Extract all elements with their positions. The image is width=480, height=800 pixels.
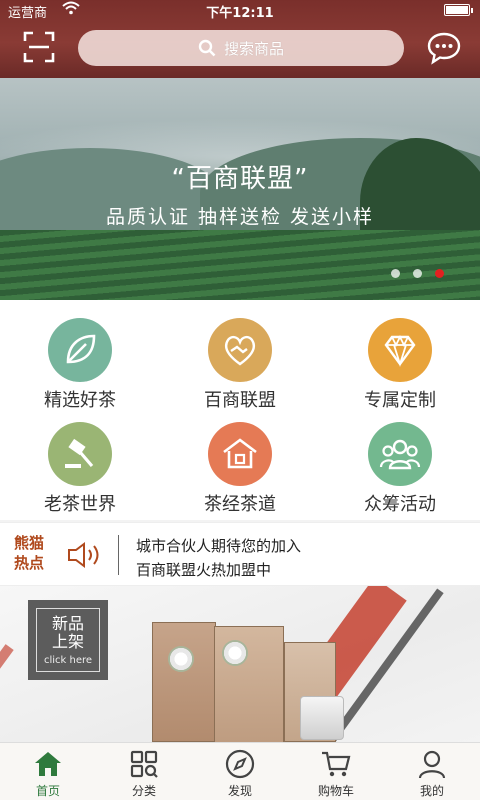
tab-label: 发现	[227, 784, 252, 798]
speaker-icon	[66, 541, 106, 569]
category-icon	[130, 750, 158, 778]
home-icon	[35, 752, 61, 776]
news-divider	[118, 535, 119, 575]
tea-rows	[0, 230, 480, 300]
news-item[interactable]: 百商联盟火热加盟中	[136, 559, 271, 580]
new-arrival-badge[interactable]: 新品 上架 click here	[28, 600, 108, 680]
tab-discover[interactable]: 发现	[192, 743, 288, 800]
hero-title: “百商联盟”	[171, 164, 309, 194]
carousel-dot[interactable]	[413, 269, 422, 278]
grid-label: 百商联盟	[204, 390, 276, 411]
carousel-dot-active[interactable]	[435, 269, 444, 278]
grid-item-custom[interactable]: 专属定制	[320, 318, 480, 422]
scan-icon	[23, 31, 55, 63]
bottom-tab-bar: 首页 分类 发现 购物车 我的	[0, 742, 480, 800]
group-icon	[368, 422, 432, 486]
tea-pack	[300, 696, 344, 740]
hero-banner[interactable]: “百商联盟” 品质认证 抽样送检 发送小样	[0, 78, 480, 300]
carousel-dot[interactable]	[391, 269, 400, 278]
grid-label: 茶经茶道	[204, 494, 276, 515]
search-bar[interactable]: 搜索商品	[78, 30, 404, 66]
search-placeholder: 搜索商品	[223, 39, 284, 58]
gavel-icon	[48, 422, 112, 486]
grid-label: 众筹活动	[364, 494, 436, 515]
grid-item-tea-classic[interactable]: 茶经茶道	[160, 422, 320, 526]
decor-stripe	[0, 644, 14, 742]
grid-item-old-tea[interactable]: 老茶世界	[0, 422, 160, 526]
tea-leaf-icon	[48, 318, 112, 382]
tab-label: 分类	[131, 784, 156, 798]
status-time: 下午12:11	[206, 6, 274, 21]
diamond-icon	[368, 318, 432, 382]
scan-button[interactable]	[22, 30, 56, 64]
badge-line2: 上架	[51, 631, 84, 651]
news-ticker[interactable]: 熊猫热点 城市合伙人期待您的加入 百商联盟火热加盟中	[0, 522, 480, 586]
pavilion-icon	[208, 422, 272, 486]
search-icon	[198, 39, 216, 57]
grid-label: 老茶世界	[44, 494, 116, 515]
grid-item-crowdfund[interactable]: 众筹活动	[320, 422, 480, 526]
grid-item-alliance[interactable]: 百商联盟	[160, 318, 320, 422]
grid-label: 专属定制	[364, 390, 436, 411]
flower-decoration	[168, 646, 194, 672]
flower-decoration	[222, 640, 248, 666]
badge-sub: click here	[43, 654, 93, 666]
news-item[interactable]: 城市合伙人期待您的加入	[136, 535, 301, 556]
tab-category[interactable]: 分类	[96, 743, 192, 800]
tab-cart[interactable]: 购物车	[288, 743, 384, 800]
compass-icon	[225, 749, 255, 779]
product-box	[152, 622, 216, 742]
status-bar: 运营商 下午12:11	[0, 0, 480, 21]
chat-bubble-icon	[427, 32, 461, 65]
tab-profile[interactable]: 我的	[384, 743, 480, 800]
user-icon	[418, 750, 446, 779]
handshake-heart-icon	[208, 318, 272, 382]
tab-label: 购物车	[317, 784, 354, 798]
tab-label: 我的	[419, 784, 444, 798]
tab-home[interactable]: 首页	[0, 743, 96, 800]
top-header: 运营商 下午12:11 搜索商品	[0, 0, 480, 78]
hero-subtitle: 品质认证 抽样送检 发送小样	[105, 206, 375, 228]
new-products-banner[interactable]: 新品 上架 click here	[0, 586, 480, 742]
battery-icon	[444, 4, 473, 16]
news-brand: 熊猫热点	[14, 534, 45, 572]
grid-item-tea[interactable]: 精选好茶	[0, 318, 160, 422]
category-grid: 精选好茶 百商联盟 专属定制 老茶世界 茶经茶道 众筹活动	[0, 300, 480, 520]
carousel-dots	[391, 269, 444, 278]
cart-icon	[322, 751, 351, 777]
badge-line1: 新品	[51, 613, 84, 633]
grid-label: 精选好茶	[44, 390, 116, 411]
message-button[interactable]	[426, 30, 462, 66]
tab-label: 首页	[35, 784, 60, 798]
